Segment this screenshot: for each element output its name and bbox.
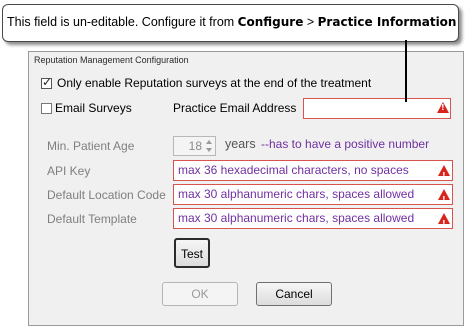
warning-icon <box>438 165 450 180</box>
api-key-value: max 36 hexadecimal characters, no spaces <box>178 163 409 177</box>
callout-menu: Configure <box>237 15 304 29</box>
ok-button[interactable]: OK <box>162 282 238 306</box>
min-age-stepper[interactable]: 18 <box>173 136 216 156</box>
only-end-treatment-label: Only enable Reputation surveys at the en… <box>57 76 372 90</box>
practice-email-warning-wrap <box>303 98 451 119</box>
min-age-hint: --has to have a positive number <box>261 137 430 151</box>
practice-email-label: Practice Email Address <box>173 101 297 115</box>
api-key-label: API Key <box>47 164 91 178</box>
min-age-unit: years <box>225 137 256 151</box>
template-label: Default Template <box>47 212 137 226</box>
min-age-label: Min. Patient Age <box>47 139 135 153</box>
api-key-field[interactable]: max 36 hexadecimal characters, no spaces <box>173 160 453 181</box>
test-button[interactable]: Test <box>174 238 210 268</box>
template-field[interactable]: max 30 alphanumeric chars, spaces allowe… <box>173 208 453 229</box>
callout-pointer-line <box>405 40 407 102</box>
email-surveys-label: Email Surveys <box>55 101 132 115</box>
warning-icon <box>437 102 449 113</box>
location-code-field[interactable]: max 30 alphanumeric chars, spaces allowe… <box>173 184 453 205</box>
dialog-title: Reputation Management Configuration <box>34 55 189 65</box>
warning-icon <box>438 213 450 228</box>
location-code-label: Default Location Code <box>47 188 166 202</box>
reputation-config-dialog: Reputation Management Configuration ✓ On… <box>28 51 464 326</box>
min-age-value: 18 <box>188 139 202 153</box>
chevron-up-icon[interactable] <box>206 140 212 144</box>
warning-icon <box>438 189 450 204</box>
annotation-callout: This field is un-editable. Configure it … <box>2 4 459 42</box>
template-value: max 30 alphanumeric chars, spaces allowe… <box>178 211 415 225</box>
cancel-button[interactable]: Cancel <box>256 282 332 306</box>
location-code-value: max 30 alphanumeric chars, spaces allowe… <box>178 187 415 201</box>
callout-separator: > <box>306 15 315 29</box>
callout-item: Practice Information <box>317 15 457 29</box>
stepper-arrows[interactable] <box>204 138 214 154</box>
callout-text: This field is un-editable. Configure it … <box>7 15 235 29</box>
chevron-down-icon[interactable] <box>206 148 212 152</box>
check-mark-icon: ✓ <box>42 75 53 89</box>
email-surveys-checkbox[interactable] <box>41 103 52 114</box>
only-end-treatment-checkbox[interactable]: ✓ <box>41 75 53 89</box>
